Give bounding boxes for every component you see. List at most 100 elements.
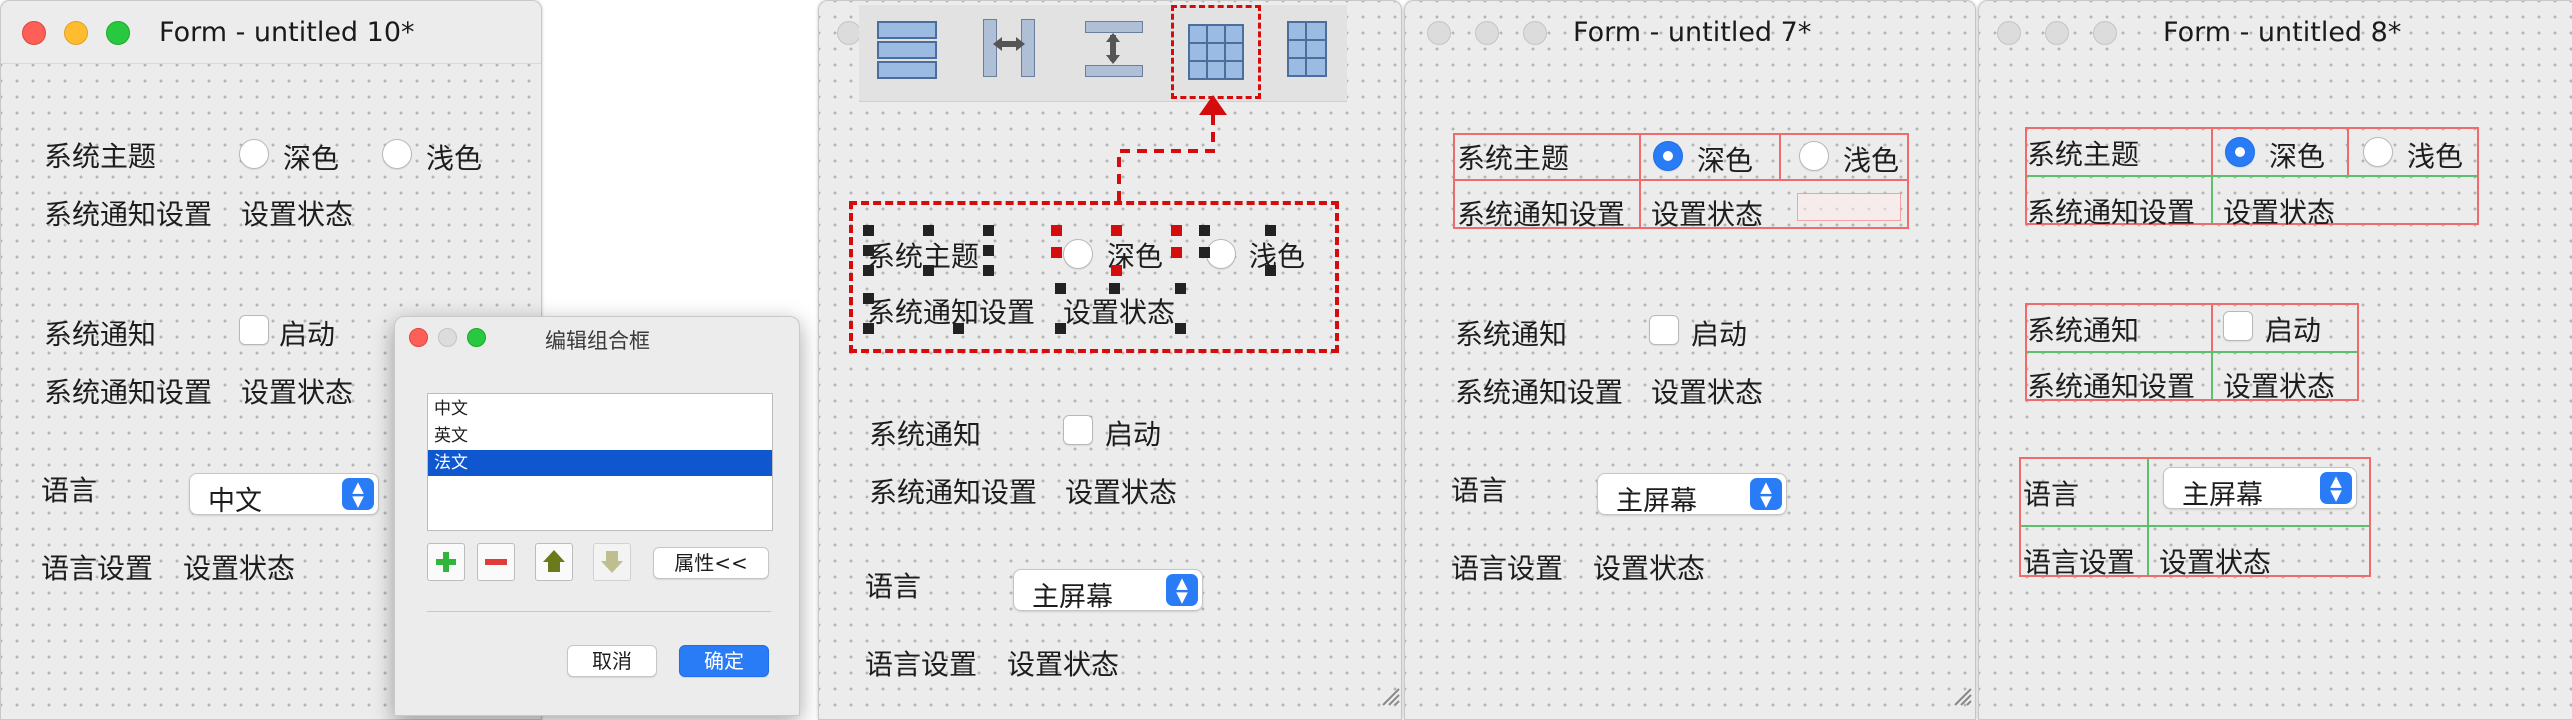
close-window-button[interactable] (1427, 21, 1451, 45)
selection-handle[interactable] (863, 265, 874, 276)
window-title: Form - untitled 7* (1573, 17, 1812, 48)
grid-divider (2027, 351, 2357, 353)
notify-setting-label-2: 系统通知设置 (2027, 370, 2196, 403)
empty-grid-cell (1797, 193, 1901, 221)
selection-handle[interactable] (983, 245, 994, 256)
enable-checkbox[interactable] (1649, 315, 1679, 345)
dark-radio-label[interactable]: 深色 (2269, 135, 2325, 175)
selection-handle[interactable] (863, 293, 874, 304)
selection-handle[interactable] (1051, 247, 1062, 258)
grid-divider (2211, 129, 2213, 175)
zoom-window-button[interactable] (106, 21, 130, 45)
move-up-button[interactable] (535, 543, 573, 581)
selection-handle[interactable] (1055, 283, 1066, 294)
dark-radio[interactable] (1653, 141, 1683, 171)
combobox-arrows-icon: ▲ ▼ (1166, 574, 1198, 606)
dark-radio[interactable] (1063, 239, 1093, 269)
selection-handle[interactable] (923, 265, 934, 276)
enable-checkbox-label[interactable]: 启动 (2265, 309, 2321, 349)
light-radio[interactable] (1206, 239, 1236, 269)
language-combobox[interactable]: 主屏幕 ▲ ▼ (2163, 467, 2357, 511)
theme-label: 系统主题 (44, 140, 157, 173)
selection-handle[interactable] (923, 225, 934, 236)
language-combobox[interactable]: 主屏幕 ▲ ▼ (1597, 473, 1787, 517)
notify-setting-label-2: 系统通知设置 (869, 476, 1038, 509)
grid-divider (2211, 353, 2213, 399)
light-radio-label[interactable]: 浅色 (426, 137, 482, 177)
selection-handle[interactable] (983, 225, 994, 236)
enable-checkbox-label[interactable]: 启动 (1691, 313, 1747, 353)
remove-item-button[interactable] (477, 543, 515, 581)
selection-handle[interactable] (1055, 323, 1066, 334)
selection-handle[interactable] (1171, 247, 1182, 258)
combobox-arrows-icon: ▲ ▼ (2320, 472, 2352, 504)
set-status-label: 设置状态 (1063, 296, 1176, 329)
selection-handle[interactable] (1265, 225, 1276, 236)
selection-handle[interactable] (1171, 225, 1182, 236)
selection-handle[interactable] (1199, 247, 1210, 258)
grid-divider (2211, 305, 2213, 351)
light-radio[interactable] (382, 139, 412, 169)
selection-handle[interactable] (863, 245, 874, 256)
zoom-window-button[interactable] (1523, 21, 1547, 45)
light-radio-label[interactable]: 浅色 (2407, 135, 2463, 175)
dialog-minimize-button[interactable] (438, 328, 457, 347)
title-bar: Form - untitled 10* (1, 1, 541, 64)
resize-grip-icon[interactable] (1379, 685, 1401, 707)
list-item[interactable]: 英文 (428, 423, 772, 449)
close-window-button[interactable] (22, 21, 46, 45)
enable-checkbox-label[interactable]: 启动 (279, 313, 335, 353)
language-combobox-value: 主屏幕 (1616, 486, 1697, 517)
list-item[interactable]: 中文 (428, 396, 772, 422)
selection-handle[interactable] (1175, 283, 1186, 294)
light-radio[interactable] (1799, 141, 1829, 171)
cancel-button[interactable]: 取消 (567, 645, 657, 677)
selection-handle[interactable] (953, 323, 964, 334)
list-item-selected[interactable]: 法文 (428, 450, 772, 476)
selection-handle[interactable] (1199, 225, 1210, 236)
title-bar: Form - untitled 8* (1979, 1, 2572, 63)
zoom-window-button[interactable] (2093, 21, 2117, 45)
language-setting-label: 语言设置 (2023, 546, 2136, 579)
language-label: 语言 (2023, 478, 2080, 511)
ok-button[interactable]: 确定 (679, 645, 769, 677)
enable-checkbox-label[interactable]: 启动 (1105, 413, 1161, 453)
dark-radio[interactable] (239, 139, 269, 169)
set-status-label-2: 设置状态 (2223, 370, 2336, 403)
resize-grip-icon[interactable] (1951, 685, 1973, 707)
properties-toggle-button[interactable]: 属性<< (653, 547, 769, 579)
light-radio-label[interactable]: 浅色 (1249, 235, 1305, 275)
selection-handle[interactable] (863, 323, 874, 334)
enable-checkbox[interactable] (239, 315, 269, 345)
dialog-zoom-button[interactable] (467, 328, 486, 347)
combobox-items-list[interactable]: 中文 英文 法文 (427, 393, 773, 531)
move-down-button[interactable] (593, 543, 631, 581)
close-window-button[interactable] (1997, 21, 2021, 45)
dark-radio-label[interactable]: 深色 (283, 137, 339, 177)
enable-checkbox[interactable] (1063, 415, 1093, 445)
selection-handle[interactable] (1051, 225, 1062, 236)
selection-handle[interactable] (1109, 283, 1120, 294)
light-radio-label[interactable]: 浅色 (1843, 139, 1899, 179)
dark-radio-label[interactable]: 深色 (1697, 139, 1753, 179)
minimize-window-button[interactable] (64, 21, 88, 45)
minimize-window-button[interactable] (1475, 21, 1499, 45)
selection-handle[interactable] (1111, 265, 1122, 276)
add-item-button[interactable] (427, 543, 465, 581)
set-status-label: 设置状态 (1651, 198, 1764, 231)
selection-handle[interactable] (983, 265, 994, 276)
enable-checkbox[interactable] (2223, 311, 2253, 341)
dialog-close-button[interactable] (409, 328, 428, 347)
light-radio[interactable] (2363, 137, 2393, 167)
selection-handle[interactable] (1111, 225, 1122, 236)
dialog-title-bar: 编辑组合框 (395, 317, 799, 359)
minimize-window-button[interactable] (2045, 21, 2069, 45)
selection-handle[interactable] (863, 225, 874, 236)
dark-radio[interactable] (2225, 137, 2255, 167)
selection-handle[interactable] (1175, 323, 1186, 334)
language-label: 语言 (41, 474, 98, 507)
language-combobox[interactable]: 中文 ▲ ▼ (189, 473, 379, 517)
title-bar: Form - untitled 7* (1405, 1, 1975, 63)
selection-handle[interactable] (1265, 265, 1276, 276)
language-combobox[interactable]: 主屏幕 ▲ ▼ (1013, 569, 1203, 613)
